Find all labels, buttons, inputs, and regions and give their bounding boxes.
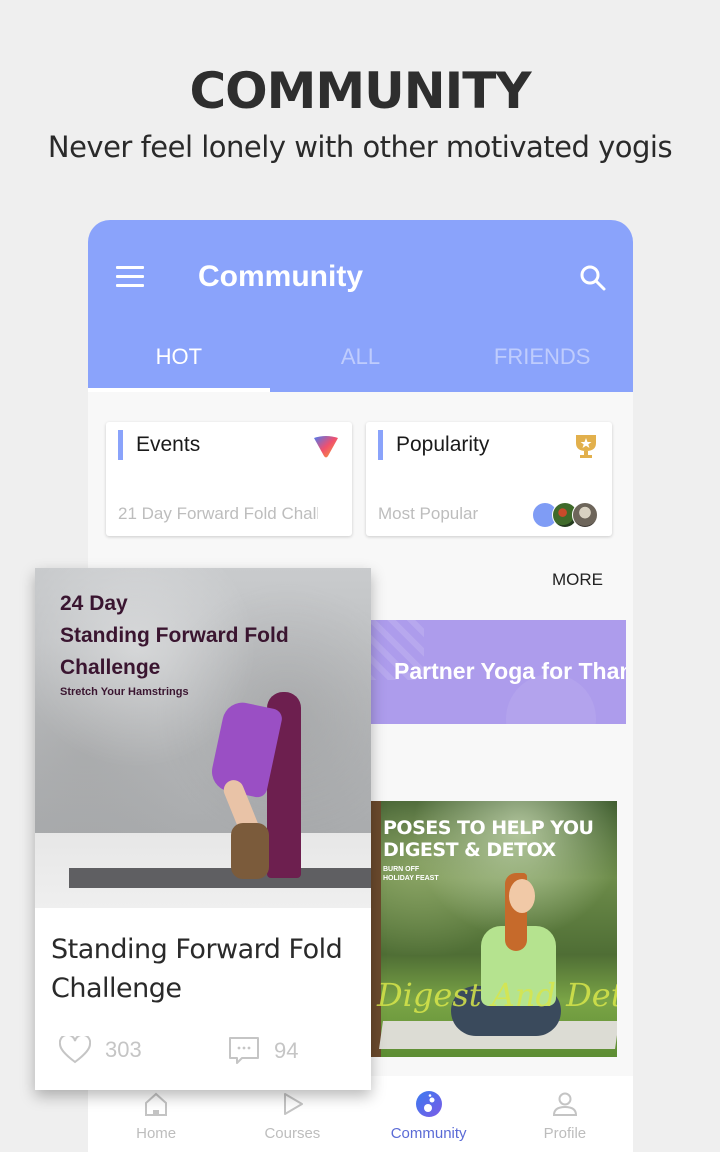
trophy-icon	[576, 435, 596, 458]
hero-title: COMMUNITY	[189, 62, 531, 120]
figure-hair	[231, 823, 269, 879]
avatar-stack	[532, 502, 600, 528]
detox-headline: POSES TO HELP YOU DIGEST & DETOX	[383, 817, 594, 861]
tab-bar: HOT ALL FRIENDS	[88, 330, 633, 392]
nav-community[interactable]: Community	[361, 1076, 497, 1152]
detox-sub-line2: HOLIDAY FEAST	[383, 875, 439, 882]
detox-headline-line2: DIGEST & DETOX	[383, 839, 556, 861]
detox-script-text: Digest And Detox	[377, 976, 617, 1014]
community-icon	[415, 1091, 442, 1117]
nav-courses-label: Courses	[264, 1125, 321, 1142]
search-icon[interactable]	[579, 264, 607, 292]
events-card-title: Events	[136, 433, 201, 456]
accent-bar	[118, 430, 123, 460]
yoga-mat	[69, 868, 371, 888]
nav-profile-label: Profile	[543, 1125, 587, 1142]
detox-subheadline: BURN OFF HOLIDAY FEAST	[383, 865, 439, 883]
home-icon	[145, 1092, 168, 1116]
hero-subtitle: Never feel lonely with other motivated y…	[47, 130, 673, 164]
heart-icon	[59, 1036, 91, 1064]
popularity-card[interactable]: Popularity Most Popular	[366, 422, 612, 536]
tab-friends[interactable]: FRIENDS	[451, 330, 633, 392]
tab-hot[interactable]: HOT	[88, 330, 270, 392]
avatar	[572, 502, 598, 528]
image-title-line2: Standing Forward Fold	[60, 624, 289, 647]
comment-icon	[229, 1037, 259, 1064]
post-title-line1: Standing Forward Fold	[51, 934, 343, 965]
nav-home-label: Home	[136, 1125, 177, 1142]
comment-count: 94	[274, 1038, 299, 1063]
banner-text: Partner Yoga for Thanksgiving	[394, 658, 626, 684]
post-title: Standing Forward Fold Challenge	[51, 930, 343, 1008]
nav-community-label: Community	[390, 1125, 467, 1142]
image-title: 24 Day Standing Forward Fold Challenge	[60, 588, 289, 684]
post-title-line2: Challenge	[51, 973, 182, 1004]
play-icon	[284, 1093, 304, 1115]
detox-post-image[interactable]: POSES TO HELP YOU DIGEST & DETOX BURN OFF…	[371, 801, 617, 1057]
popularity-card-title: Popularity	[396, 433, 490, 456]
detox-sub-line1: BURN OFF	[383, 866, 420, 873]
image-title-line1: 24 Day	[60, 592, 128, 615]
tab-all[interactable]: ALL	[270, 330, 452, 392]
hamburger-menu-icon[interactable]	[116, 266, 144, 288]
image-title-line3: Challenge	[60, 656, 161, 679]
like-button[interactable]: 303	[59, 1036, 142, 1064]
profile-icon	[552, 1092, 577, 1116]
more-link[interactable]: MORE	[552, 570, 603, 590]
app-bar: Community HOT ALL FRIENDS	[88, 220, 633, 392]
popularity-card-subtitle: Most Popular	[378, 504, 479, 523]
partner-yoga-banner[interactable]: Partner Yoga for Thanksgiving	[368, 620, 626, 724]
image-subtitle: Stretch Your Hamstrings	[60, 686, 189, 698]
app-title: Community	[198, 260, 363, 293]
tree-trunk	[371, 801, 381, 1057]
featured-post-image: 24 Day Standing Forward Fold Challenge Str…	[35, 568, 371, 908]
events-badge-icon	[314, 436, 338, 458]
featured-post-card[interactable]: 24 Day Standing Forward Fold Challenge Str…	[35, 568, 371, 1090]
nav-profile[interactable]: Profile	[497, 1076, 633, 1152]
events-card-subtitle: 21 Day Forward Fold Challenge	[118, 504, 318, 523]
figure-head	[509, 879, 535, 913]
like-count: 303	[105, 1037, 142, 1062]
detox-headline-line1: POSES TO HELP YOU	[383, 817, 594, 839]
accent-bar	[378, 430, 383, 460]
events-card[interactable]: Events 21 Day Forward Fold Challenge	[106, 422, 352, 536]
comment-button[interactable]: 94	[228, 1036, 298, 1066]
